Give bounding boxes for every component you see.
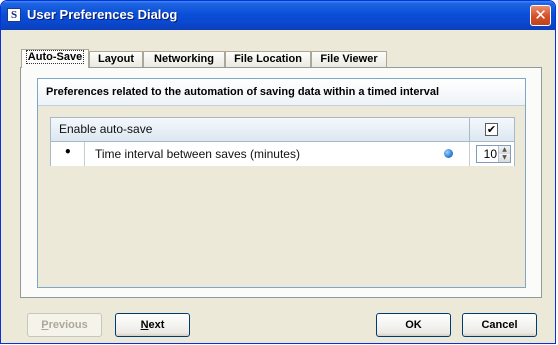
tab-networking[interactable]: Networking [143, 51, 225, 67]
enable-autosave-row: Enable auto-save ✔ [51, 118, 514, 142]
tab-layout[interactable]: Layout [89, 51, 143, 67]
interval-spinner[interactable]: 10 ▲ ▼ [476, 145, 511, 163]
tab-file-location[interactable]: File Location [225, 51, 311, 67]
tab-file-viewer[interactable]: File Viewer [311, 51, 387, 67]
close-button[interactable]: ✕ [530, 5, 551, 26]
spinner-up-icon[interactable]: ▲ [498, 146, 510, 154]
settings-grid: Enable auto-save ✔ • Time interval betwe… [50, 117, 515, 166]
close-icon: ✕ [534, 6, 547, 24]
preferences-section: Preferences related to the automation of… [37, 78, 526, 288]
spinner-down-icon[interactable]: ▼ [498, 154, 510, 162]
column-divider [469, 142, 470, 166]
window-title: User Preferences Dialog [27, 7, 178, 22]
cancel-button[interactable]: Cancel [462, 313, 537, 337]
section-description: Preferences related to the automation of… [38, 79, 525, 106]
dialog-window: S User Preferences Dialog ✕ Auto-Save La… [0, 0, 556, 344]
tab-auto-save[interactable]: Auto-Save [21, 49, 89, 68]
previous-button[interactable]: Previous [27, 313, 102, 337]
interval-value[interactable]: 10 [484, 146, 497, 162]
title-bar[interactable]: S User Preferences Dialog ✕ [1, 1, 555, 30]
info-dot-icon [444, 149, 453, 158]
app-logo-icon: S [7, 8, 21, 22]
interval-row: • Time interval between saves (minutes) … [51, 142, 514, 166]
enable-autosave-checkbox[interactable]: ✔ [485, 123, 498, 136]
checkmark-icon: ✔ [486, 123, 497, 136]
enable-autosave-label: Enable auto-save [59, 122, 153, 136]
tab-panel: Preferences related to the automation of… [20, 67, 542, 298]
next-button[interactable]: Next [115, 313, 190, 337]
interval-label: Time interval between saves (minutes) [95, 147, 300, 161]
column-divider [469, 118, 470, 141]
bullet-icon: • [64, 145, 72, 159]
ok-button[interactable]: OK [376, 313, 451, 337]
column-divider [84, 142, 85, 166]
